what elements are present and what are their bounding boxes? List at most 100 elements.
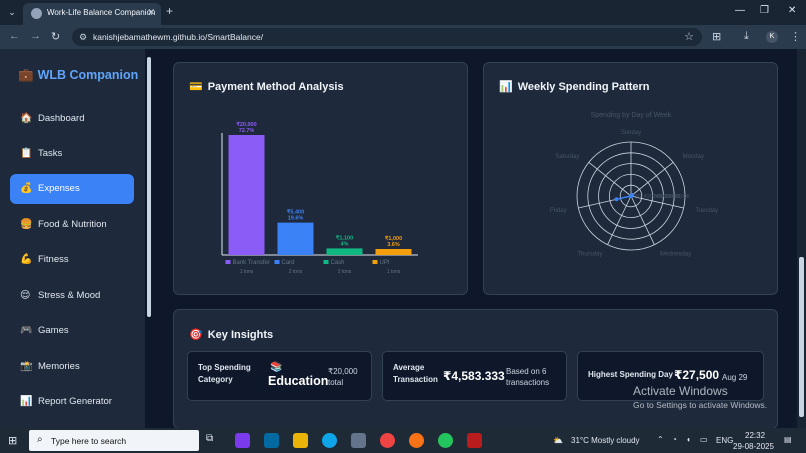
axis-label: Sunday <box>621 130 641 136</box>
language-indicator[interactable]: ENG <box>716 436 733 445</box>
chrome-icon[interactable] <box>380 433 395 448</box>
payment-card-title: Payment Method Analysis <box>207 81 344 93</box>
sidebar-item-dashboard[interactable]: 🏠 Dashboard <box>10 104 134 134</box>
target-icon: 🎯 <box>189 329 203 341</box>
menu-icon[interactable]: ⋮ <box>790 30 801 43</box>
speaker-icon[interactable]: ◖ <box>686 435 691 444</box>
insight-value: ₹4,583.333 <box>443 369 505 383</box>
sidebar-scroll-thumb[interactable] <box>147 57 151 317</box>
axis-label: Wednesday <box>660 252 692 258</box>
sidebar-item-food-nutrition[interactable]: 🍔 Food & Nutrition <box>10 210 134 240</box>
sidebar-item-fitness[interactable]: 💪 Fitness <box>10 245 134 275</box>
translate-icon[interactable]: ⊞ <box>712 30 721 43</box>
x-tick-label: UPI <box>380 260 390 266</box>
forward-icon[interactable]: → <box>30 30 41 42</box>
new-tab-plus-icon[interactable]: + <box>166 4 173 18</box>
insights-title: Key Insights <box>207 329 274 341</box>
sidebar-item-tasks[interactable]: 📋 Tasks <box>10 139 134 169</box>
legend-swatch <box>274 260 280 264</box>
page-scrollbar[interactable] <box>797 49 806 428</box>
bookmark-star-icon[interactable]: ☆ <box>684 30 694 43</box>
insight-average-transaction: Average Transaction ₹4,583.333 Based on … <box>382 351 567 401</box>
minimize-icon[interactable]: — <box>735 5 745 16</box>
store-icon[interactable] <box>351 433 366 448</box>
sidebar-item-report-generator[interactable]: 📊 Report Generator <box>10 387 134 417</box>
taskbar-search[interactable]: ⌕ Type here to search <box>29 430 199 451</box>
edge-icon[interactable] <box>322 433 337 448</box>
clock-date[interactable]: 29-08-2025 <box>733 442 774 451</box>
tab-list-icon[interactable]: ⌄ <box>4 4 20 20</box>
insight-label: Top Spending Category <box>198 363 251 384</box>
insight-sub: Aug 29 <box>722 373 748 382</box>
sidebar-item-expenses[interactable]: 💰 Expenses <box>10 174 134 204</box>
axis-label: Friday <box>550 208 567 214</box>
bar-count-label: 2 tons <box>289 269 303 275</box>
file-explorer-icon[interactable] <box>293 433 308 448</box>
credit-card-icon: 💳 <box>189 81 203 93</box>
network-icon[interactable]: ◔ <box>672 435 677 444</box>
sidebar-item-label: Dashboard <box>38 113 85 124</box>
browser-tab[interactable]: Work-Life Balance Companion ✕ <box>23 3 161 25</box>
clock-time[interactable]: 22:32 <box>745 431 765 440</box>
whatsapp-icon[interactable] <box>438 433 453 448</box>
insight-value: ₹27,500 <box>674 368 720 382</box>
weekly-radar-chart: Spending by Day of Week Sunday Monday Tuesd… <box>550 112 718 258</box>
site-info-icon[interactable]: ⚙ <box>79 32 87 43</box>
bar <box>326 248 363 255</box>
weather-icon[interactable]: ⛅ <box>553 436 563 445</box>
url-text[interactable]: kanishjebamathewm.github.io/SmartBalance… <box>93 32 263 42</box>
brand-logo[interactable]: 💼 WLB Companion <box>18 68 138 83</box>
bar-chart-icon: 📊 <box>499 81 513 93</box>
browser-toolbar: ← → ↻ ⚙ kanishjebamathewm.github.io/Smar… <box>0 25 806 49</box>
gamepad-icon: 🎮 <box>20 325 33 336</box>
chart-title: Spending by Day of Week <box>591 112 672 119</box>
bar-percent-label: 72.7% <box>239 128 255 134</box>
download-icon[interactable]: ⤓ <box>744 30 749 43</box>
insight-label: Highest Spending Day <box>588 370 673 379</box>
close-tab-icon[interactable]: ✕ <box>147 7 155 18</box>
axis-label: Monday <box>683 154 704 160</box>
bar-count-label: 1 tons <box>387 269 401 275</box>
sidebar-scrollbar[interactable] <box>145 49 153 428</box>
weekly-spending-card: 📊 Weekly Spending Pattern Spending by Day… <box>483 62 778 295</box>
sidebar-item-label: Stress & Mood <box>38 290 101 301</box>
data-point <box>629 194 633 198</box>
bar-percent-label: 4% <box>341 241 349 247</box>
x-tick-label: Bank Transfer <box>233 260 270 266</box>
app-icon[interactable] <box>467 433 482 448</box>
tray-chevron-icon[interactable]: ⌃ <box>657 435 664 444</box>
sidebar-item-label: Games <box>38 325 69 336</box>
briefcase-icon: 💼 <box>18 68 34 82</box>
reload-icon[interactable]: ↻ <box>51 30 60 43</box>
outlook-icon[interactable] <box>264 433 279 448</box>
favicon-icon <box>31 8 42 19</box>
windows-taskbar: ⊞ ⌕ Type here to search ⧉ ⛅ 31°C Mostly … <box>0 428 806 453</box>
bar-percent-label: 19.6% <box>288 216 304 222</box>
weather-text[interactable]: 31°C Mostly cloudy <box>571 436 640 445</box>
sidebar-item-stress-mood[interactable]: 😌 Stress & Mood <box>10 281 134 311</box>
page-scroll-thumb[interactable] <box>799 257 804 417</box>
sidebar-item-label: Expenses <box>38 183 80 194</box>
money-bag-icon: 💰 <box>20 183 33 194</box>
address-bar[interactable]: ⚙ kanishjebamathewm.github.io/SmartBalan… <box>72 28 702 46</box>
copilot-icon[interactable] <box>235 433 250 448</box>
restore-icon[interactable]: ❐ <box>760 5 769 16</box>
browser-tab-bar: ⌄ Work-Life Balance Companion ✕ + — ❐ ✕ <box>0 0 806 25</box>
task-view-icon[interactable]: ⧉ <box>206 433 221 448</box>
battery-icon[interactable]: ▭ <box>700 435 708 444</box>
sidebar-item-label: Tasks <box>38 148 63 159</box>
x-tick-label: Card <box>282 260 295 266</box>
sidebar-item-games[interactable]: 🎮 Games <box>10 316 134 346</box>
flexed-arm-icon: 💪 <box>20 254 33 265</box>
profile-avatar[interactable]: K <box>766 31 778 43</box>
notification-icon[interactable]: ▤ <box>784 435 792 444</box>
chrome-active-icon[interactable] <box>409 433 424 448</box>
radial-tick-label: ₹80,000 <box>671 194 690 200</box>
close-window-icon[interactable]: ✕ <box>788 5 796 16</box>
legend-swatch <box>225 260 231 264</box>
back-icon[interactable]: ← <box>9 30 20 42</box>
windows-start-icon[interactable]: ⊞ <box>8 434 17 447</box>
tab-title: Work-Life Balance Companion <box>47 8 156 17</box>
sidebar-item-memories[interactable]: 📸 Memories <box>10 352 134 382</box>
sidebar: 💼 WLB Companion 🏠 Dashboard 📋 Tasks 💰 Exp… <box>0 49 145 428</box>
